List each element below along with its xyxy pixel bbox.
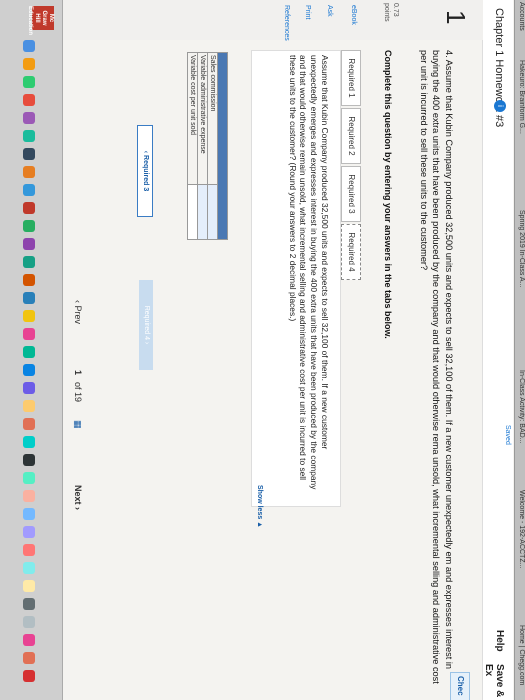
browser-tab[interactable]: Accounts — [518, 2, 525, 31]
app-icon[interactable] — [23, 202, 35, 214]
app-icon[interactable] — [23, 652, 35, 664]
points-value: 0.73 — [392, 3, 399, 17]
app-icon[interactable] — [23, 508, 35, 520]
app-icon[interactable] — [23, 490, 35, 502]
app-icon[interactable] — [23, 184, 35, 196]
points-label: points — [383, 3, 390, 22]
references-link[interactable]: References — [283, 5, 290, 41]
app-icon[interactable] — [23, 220, 35, 232]
app-icon[interactable] — [23, 454, 35, 466]
assignment-header: Chapter 1 Homework #3 i Saved Help Save … — [482, 0, 513, 700]
question-number: 1 — [441, 10, 471, 25]
app-icon[interactable] — [23, 292, 35, 304]
next-required-button[interactable]: Required 4 › — [139, 280, 153, 370]
app-icon[interactable] — [23, 364, 35, 376]
app-icon[interactable] — [23, 616, 35, 628]
app-icon[interactable] — [23, 670, 35, 682]
app-icon[interactable] — [23, 472, 35, 484]
app-icon[interactable] — [23, 166, 35, 178]
app-icon[interactable] — [23, 112, 35, 124]
answer-table: Sales commission Variable administrative… — [187, 52, 228, 240]
app-icon[interactable] — [23, 580, 35, 592]
app-icon[interactable] — [23, 94, 35, 106]
prev-question-button[interactable]: ‹ Prev — [73, 300, 83, 324]
app-icon[interactable] — [23, 562, 35, 574]
grid-icon[interactable]: ▦ — [72, 420, 83, 429]
app-icon[interactable] — [23, 418, 35, 430]
variable-admin-expense-input[interactable] — [197, 184, 208, 240]
question-pager: ‹ Prev 1 of 19 ▦ Next › — [67, 300, 83, 560]
tab-required-3[interactable]: Required 3 — [341, 166, 361, 222]
browser-tab[interactable]: Hakeuro: Brainform G... — [518, 60, 525, 134]
question-text: 4. Assume that Kubin Company produced 32… — [419, 50, 454, 684]
variable-cost-per-unit-input[interactable] — [187, 184, 198, 240]
ebook-link[interactable]: eBook — [350, 5, 357, 25]
app-icon[interactable] — [23, 310, 35, 322]
app-icon[interactable] — [23, 148, 35, 160]
row-label: Variable cost per unit sold — [187, 52, 198, 185]
show-less-link[interactable]: Show less ▲ — [256, 485, 263, 528]
browser-tab[interactable]: Welcome - 192-ACCTZ... — [518, 490, 525, 568]
save-exit-button[interactable]: Save & Ex — [483, 664, 505, 700]
table-row: Sales commission — [207, 52, 218, 240]
app-icon[interactable] — [23, 130, 35, 142]
table-header — [217, 52, 228, 240]
app-icon[interactable] — [23, 76, 35, 88]
saved-status: Saved — [504, 425, 511, 445]
app-icon[interactable] — [23, 238, 35, 250]
sales-commission-input[interactable] — [207, 184, 218, 240]
info-icon[interactable]: i — [494, 100, 506, 112]
app-icon[interactable] — [23, 544, 35, 556]
dock-app-icons — [21, 0, 35, 700]
app-icon[interactable] — [23, 526, 35, 538]
app-icon[interactable] — [23, 256, 35, 268]
browser-tab[interactable]: Home | Chegg.com — [518, 625, 525, 685]
question-sidebar — [63, 0, 483, 40]
mcgraw-hill-logo: Mc Graw Hill Education — [27, 6, 54, 36]
table-row: Variable cost per unit sold — [187, 52, 198, 240]
app-icon[interactable] — [23, 400, 35, 412]
print-link[interactable]: Print — [304, 5, 311, 19]
tab-required-1[interactable]: Required 1 — [341, 50, 361, 106]
app-icon[interactable] — [23, 382, 35, 394]
page-total: of 19 — [73, 382, 83, 403]
next-question-button[interactable]: Next › — [73, 485, 83, 510]
browser-tab[interactable]: In-Class Activity: BAD... — [518, 370, 525, 444]
app-icon[interactable] — [23, 328, 35, 340]
required-prompt: Assume that Kubin Company produced 32,50… — [287, 55, 330, 490]
screen: Accounts Hakeuro: Brainform G... Spring … — [0, 0, 525, 700]
app-icon[interactable] — [23, 634, 35, 646]
tab-required-2[interactable]: Required 2 — [341, 108, 361, 164]
finder-icon[interactable] — [23, 40, 35, 52]
prev-required-button[interactable]: ‹ Required 3 — [137, 125, 153, 217]
row-label: Sales commission — [207, 52, 218, 185]
ask-link[interactable]: Ask — [326, 5, 333, 17]
tab-required-4[interactable]: Required 4 — [341, 224, 361, 280]
app-icon[interactable] — [23, 58, 35, 70]
app-icon[interactable] — [23, 598, 35, 610]
browser-tab-strip: Accounts Hakeuro: Brainform G... Spring … — [514, 0, 525, 700]
app-icon[interactable] — [23, 274, 35, 286]
points-display: 0.73 points — [382, 3, 400, 22]
browser-tab[interactable]: Spring 2019 In-Class A... — [518, 210, 525, 287]
app-icon[interactable] — [23, 436, 35, 448]
app-icon[interactable] — [23, 346, 35, 358]
instruction-text: Complete this question by entering your … — [383, 50, 393, 339]
help-button[interactable]: Help — [494, 630, 505, 652]
table-row: Variable administrative expense — [197, 52, 208, 240]
page-number: 1 — [73, 370, 83, 376]
row-label: Variable administrative expense — [197, 52, 208, 185]
